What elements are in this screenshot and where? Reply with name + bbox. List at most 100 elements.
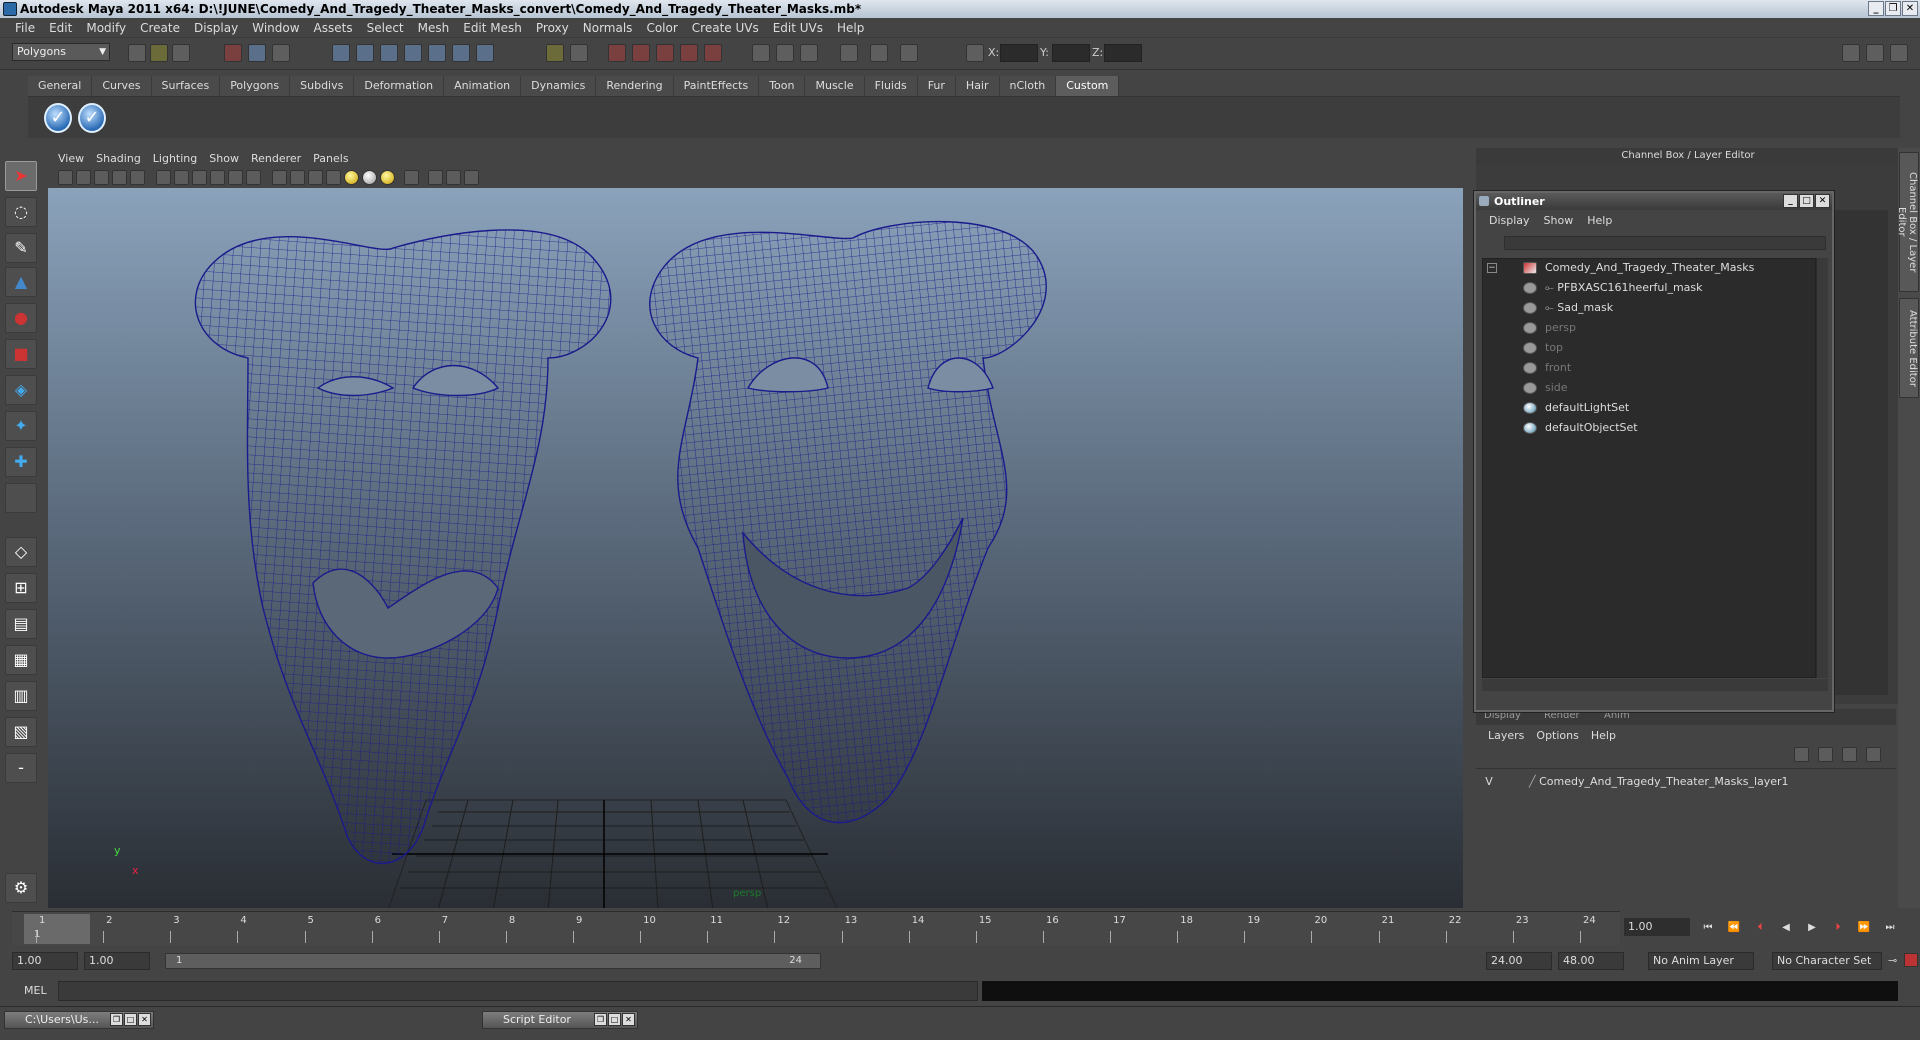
collapse-icon[interactable]: − [1487,263,1497,273]
high-quality-icon[interactable] [380,170,395,185]
restore-button[interactable]: ❐ [594,1013,607,1026]
menu-create-uvs[interactable]: Create UVs [685,21,766,35]
menu-edit[interactable]: Edit [42,21,79,35]
menu-assets[interactable]: Assets [307,21,360,35]
select-tool-icon[interactable]: ➤ [5,161,37,191]
shelf-tab-fluids[interactable]: Fluids [864,76,918,96]
menu-edit-mesh[interactable]: Edit Mesh [456,21,529,35]
gate-mask-icon[interactable] [446,170,461,185]
close-button[interactable]: ✕ [622,1013,635,1026]
shelf-tab-custom[interactable]: Custom [1056,76,1120,96]
layer-menu-help[interactable]: Help [1585,729,1622,742]
maximize-button[interactable]: □ [608,1013,621,1026]
snap-curve-icon[interactable] [356,44,374,62]
xray-joints-icon[interactable] [228,170,243,185]
hypershade-icon[interactable] [680,44,698,62]
menu-color[interactable]: Color [639,21,684,35]
default-lighting-icon[interactable] [290,170,305,185]
outliner-item[interactable]: front [1523,359,1571,377]
help-icon[interactable] [476,44,494,62]
outliner-item[interactable]: ⟜ Sad_mask [1523,299,1613,317]
absolute-transform-icon[interactable] [966,44,984,62]
shelf-tab-polygons[interactable]: Polygons [220,76,291,96]
viewport-menu-shading[interactable]: Shading [90,152,147,165]
all-lights-icon[interactable] [308,170,323,185]
outliner-vertical-scrollbar[interactable] [1816,258,1828,678]
move-layer-down-icon[interactable] [1818,747,1833,762]
outliner-filter-input[interactable] [1504,236,1826,250]
bookmark-icon[interactable] [94,170,109,185]
shadows-icon[interactable] [362,170,377,185]
layer-menu-layers[interactable]: Layers [1482,729,1530,742]
menu-select[interactable]: Select [360,21,411,35]
outliner-item[interactable]: defaultObjectSet [1523,419,1638,437]
select-component-icon[interactable] [272,44,290,62]
menu-help[interactable]: Help [830,21,871,35]
paint-select-tool-icon[interactable]: ✎ [5,233,37,263]
viewport-menu-view[interactable]: View [52,152,90,165]
film-gate-icon[interactable] [404,170,419,185]
auto-key-icon[interactable]: ⊸ [1888,954,1897,967]
ipr-render-icon[interactable] [632,44,650,62]
shelf-tab-fur[interactable]: Fur [917,76,956,96]
outliner-item[interactable]: ⟜ PFBXASC161heerful_mask [1523,279,1703,297]
mel-label[interactable]: MEL [24,984,47,997]
move-tool-icon[interactable]: ▲ [5,267,37,297]
playback-end-field[interactable]: 24.00 [1486,952,1552,970]
modeling-toolkit-icon[interactable] [1842,44,1860,62]
minimized-window-script-editor[interactable]: Script Editor ❐ □ ✕ [482,1011,638,1029]
last-tool-icon[interactable] [5,483,37,513]
minimized-window-output[interactable]: C:\Users\Us... ❐ □ ✕ [4,1011,154,1029]
isolate-select-icon[interactable] [272,170,287,185]
history-icon[interactable] [452,44,470,62]
layer-visibility-toggle[interactable]: V [1480,773,1498,791]
menu-set-dropdown[interactable]: Polygons ▼ [12,43,110,61]
make-live-icon[interactable] [428,44,446,62]
go-to-start-icon[interactable]: ⏮ [1700,921,1716,935]
universal-manipulator-icon[interactable]: ◈ [5,375,37,405]
end-time-field[interactable]: 48.00 [1558,952,1624,970]
snap-point-icon[interactable] [380,44,398,62]
image-plane-icon[interactable] [112,170,127,185]
outliner-menu-help[interactable]: Help [1580,214,1619,227]
step-forward-frame-icon[interactable]: ⏩ [1856,921,1872,935]
viewport-menu-renderer[interactable]: Renderer [245,152,307,165]
cheerful-mask-wireframe[interactable] [649,220,1047,824]
playback-start-field[interactable]: 1.00 [84,952,150,970]
close-button[interactable]: ✕ [1902,1,1918,16]
step-back-key-icon[interactable]: ⏴ [1752,921,1768,935]
sad-mask-wireframe[interactable] [194,229,612,865]
wireframe-on-shaded-icon[interactable] [192,170,207,185]
menu-file[interactable]: File [8,21,42,35]
shelf-tab-deformation[interactable]: Deformation [354,76,445,96]
shelf-tab-general[interactable]: General [28,76,93,96]
restore-button[interactable]: ❐ [110,1013,123,1026]
new-layer-from-selection-icon[interactable] [1866,747,1881,762]
shelf-tab-surfaces[interactable]: Surfaces [151,76,221,96]
layer-type-toggle[interactable] [1502,775,1520,789]
minimize-button[interactable]: _ [1868,1,1884,16]
texture-toggle-icon[interactable] [246,170,261,185]
viewport-menu-panels[interactable]: Panels [307,152,354,165]
y-field[interactable] [1052,44,1090,62]
outliner-maximize-button[interactable]: □ [1799,194,1814,208]
render-frame-icon[interactable] [608,44,626,62]
xray-icon[interactable] [210,170,225,185]
camera-select-icon[interactable] [58,170,73,185]
viewport-menu-show[interactable]: Show [203,152,245,165]
wireframe-icon[interactable] [156,170,171,185]
four-pane-layout-icon[interactable]: ⊞ [5,573,37,603]
menu-create[interactable]: Create [133,21,187,35]
shelf-tab-painteffects[interactable]: PaintEffects [673,76,760,96]
tool-settings-icon[interactable] [840,44,858,62]
attribute-editor-icon[interactable] [870,44,888,62]
select-object-icon[interactable] [248,44,266,62]
time-slider[interactable]: 1 1 2 3 4 5 6 7 8 9 10 11 12 13 14 15 16 17 18 19 20 21 22 23 2… [12,911,1620,945]
outliner-title-bar[interactable]: Outliner _ □ ✕ [1476,193,1832,210]
move-layer-up-icon[interactable] [1794,747,1809,762]
grid-toggle-icon[interactable] [130,170,145,185]
shelf-check-button-2[interactable]: ✓ [78,103,106,133]
resolution-gate-icon[interactable] [428,170,443,185]
shelf-tab-animation[interactable]: Animation [444,76,522,96]
lock-icon[interactable] [546,44,564,62]
